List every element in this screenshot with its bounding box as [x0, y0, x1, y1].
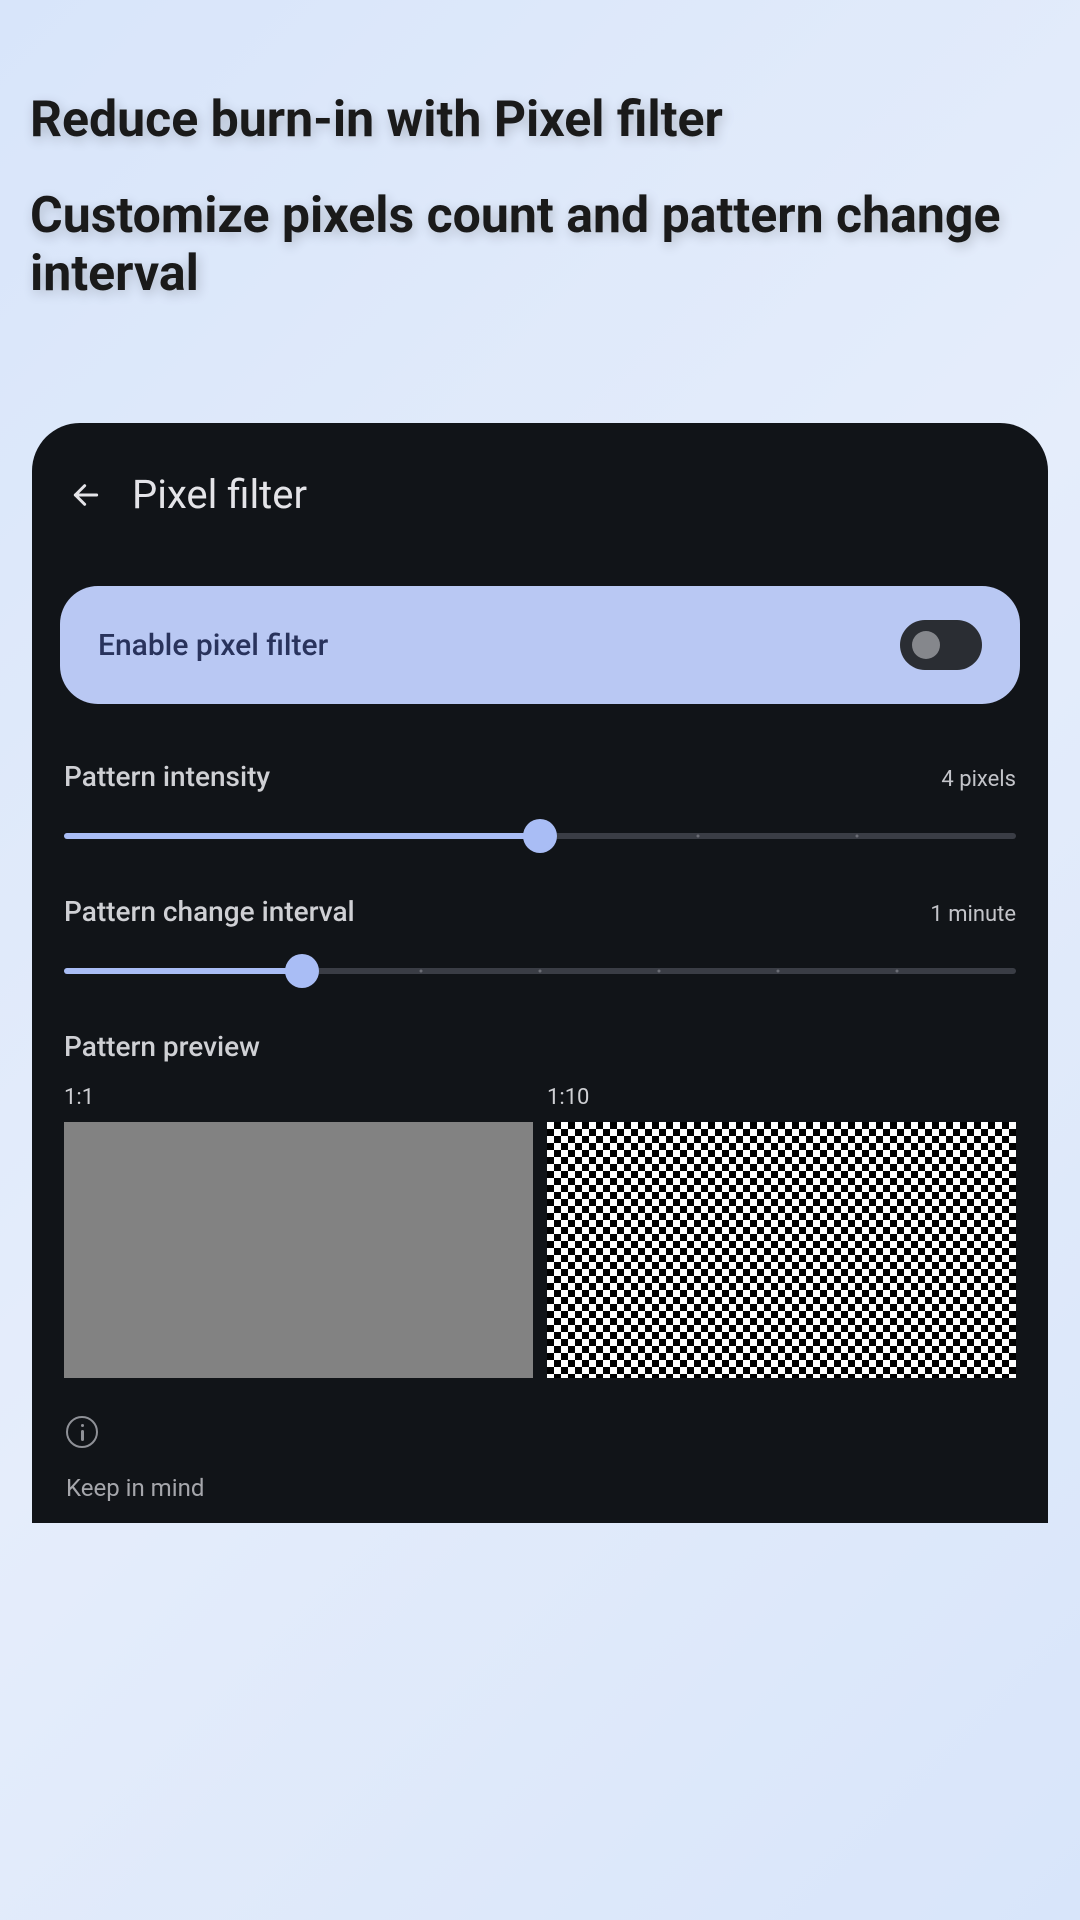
page-title: Pixel filter: [132, 471, 307, 518]
preview-ratio-fine: 1:1: [64, 1085, 533, 1110]
info-heading: Keep in mind: [66, 1474, 1014, 1502]
app-header: Pixel filter: [60, 471, 1020, 518]
info-icon: [66, 1416, 98, 1448]
pattern-preview-title: Pattern preview: [64, 1030, 1016, 1063]
enable-pixel-filter-card[interactable]: Enable pixel filter: [60, 586, 1020, 704]
preview-coarse-image: [547, 1122, 1016, 1378]
pattern-intensity-slider[interactable]: [64, 819, 1016, 853]
pattern-intensity-label: Pattern intensity: [64, 760, 270, 793]
info-section: Keep in mind: [60, 1416, 1020, 1502]
enable-label: Enable pixel filter: [98, 628, 328, 663]
slider-thumb[interactable]: [523, 819, 557, 853]
preview-ratio-coarse: 1:10: [547, 1085, 1016, 1110]
slider-fill: [64, 833, 540, 839]
pattern-intensity-value: 4 pixels: [941, 767, 1016, 792]
enable-toggle[interactable]: [900, 620, 982, 670]
promo-subtitle: Customize pixels count and pattern chang…: [30, 188, 1050, 303]
pattern-preview-section: Pattern preview 1:1 1:10: [60, 1030, 1020, 1378]
pattern-interval-section: Pattern change interval 1 minute: [60, 895, 1020, 988]
slider-fill: [64, 968, 302, 974]
settings-screen: Pixel filter Enable pixel filter Pattern…: [32, 423, 1048, 1523]
promo-title: Reduce burn-in with Pixel filter: [30, 90, 1050, 150]
preview-fine-image: [64, 1122, 533, 1378]
pattern-interval-slider[interactable]: [64, 954, 1016, 988]
pattern-interval-value: 1 minute: [930, 902, 1016, 927]
slider-thumb[interactable]: [285, 954, 319, 988]
pattern-interval-label: Pattern change interval: [64, 895, 355, 928]
pattern-intensity-section: Pattern intensity 4 pixels: [60, 760, 1020, 853]
back-arrow-icon[interactable]: [68, 477, 104, 513]
toggle-knob: [912, 631, 940, 659]
